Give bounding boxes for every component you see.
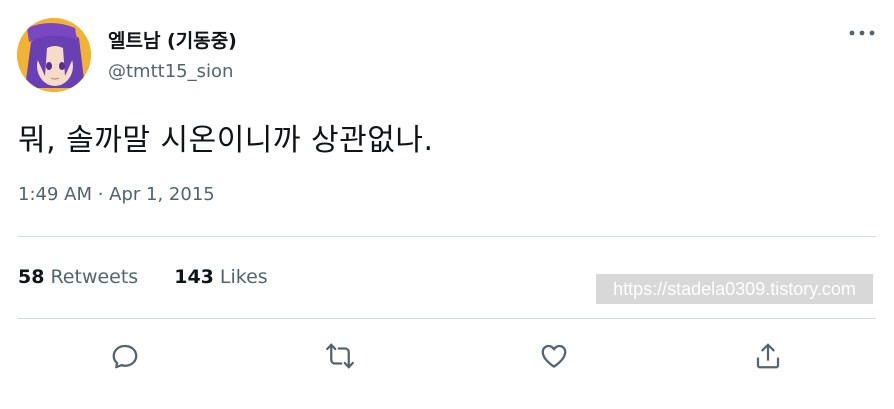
tweet-stats: 58 Retweets 143 Likes <box>18 266 268 288</box>
author-handle[interactable]: @tmtt15_sion <box>108 61 233 82</box>
likes-stat[interactable]: 143 Likes <box>174 266 267 288</box>
avatar-image <box>17 18 91 92</box>
likes-count: 143 <box>174 266 214 288</box>
likes-label: Likes <box>219 266 268 288</box>
retweets-label: Retweets <box>50 266 139 288</box>
share-icon <box>756 343 780 369</box>
more-options-button[interactable] <box>846 22 878 44</box>
retweets-stat[interactable]: 58 Retweets <box>18 266 138 288</box>
divider <box>18 236 876 237</box>
retweet-icon <box>326 343 354 369</box>
avatar[interactable] <box>17 18 91 92</box>
heart-icon <box>541 344 567 368</box>
like-button[interactable] <box>536 338 572 374</box>
share-button[interactable] <box>750 338 786 374</box>
reply-icon <box>112 344 138 369</box>
watermark-url: https://stadela0309.tistory.com <box>596 274 873 304</box>
retweets-count: 58 <box>18 266 45 288</box>
divider <box>18 318 876 319</box>
retweet-button[interactable] <box>322 338 358 374</box>
tweet-text: 뭐, 솔까말 시온이니까 상관없나. <box>18 123 434 158</box>
author-display-name[interactable]: 엘트남 (기동중) <box>108 26 237 53</box>
more-dots-icon <box>849 30 875 36</box>
tweet-timestamp[interactable]: 1:49 AM · Apr 1, 2015 <box>18 184 215 205</box>
reply-button[interactable] <box>107 338 143 374</box>
